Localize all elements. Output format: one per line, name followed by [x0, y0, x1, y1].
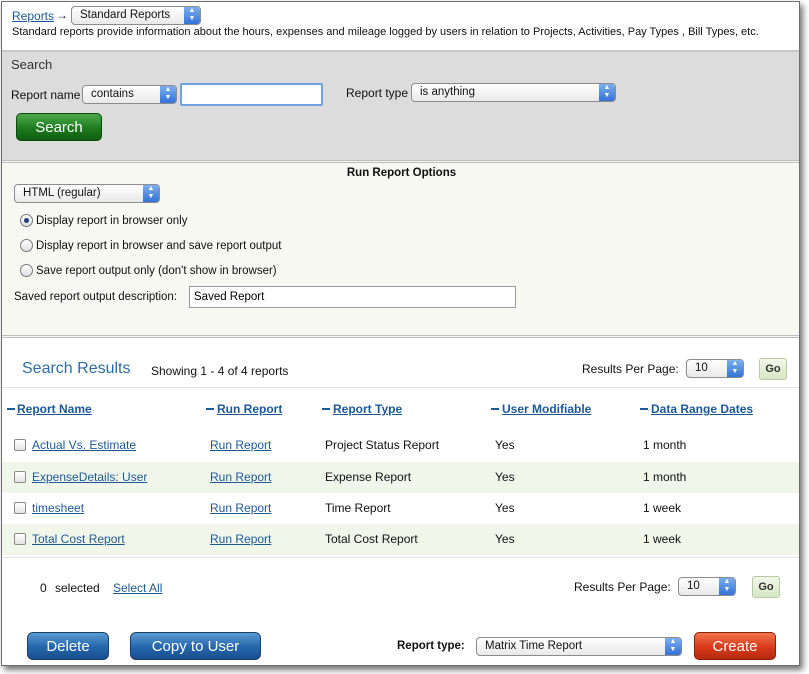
report-name-link[interactable]: ExpenseDetails: User — [32, 470, 147, 484]
report-name-operator-select[interactable]: contains ▲ ▼ — [82, 85, 177, 104]
report-type-select[interactable]: is anything ▲ ▼ — [411, 83, 616, 102]
window-frame: Reports → Standard Reports ▲ ▼ Standard r… — [1, 1, 800, 666]
report-name-label: Report name — [11, 88, 81, 102]
table-row: Actual Vs. Estimate Run Report Project S… — [2, 430, 799, 461]
radio-save-only[interactable] — [20, 264, 33, 277]
run-report-link[interactable]: Run Report — [210, 532, 271, 546]
report-name-link[interactable]: timesheet — [32, 501, 84, 515]
output-format-value: HTML (regular) — [23, 187, 101, 199]
column-header-report-name[interactable]: Report Name — [17, 402, 92, 416]
select-arrows-icon: ▲ ▼ — [160, 86, 176, 103]
column-header-data-range-dates[interactable]: Data Range Dates — [651, 402, 753, 416]
row-checkbox[interactable] — [14, 471, 26, 483]
selected-count: 0 — [40, 581, 47, 595]
footer-results-per-page-label: Results Per Page: — [574, 580, 671, 594]
user-modifiable-cell: Yes — [495, 501, 515, 515]
output-format-select[interactable]: HTML (regular) ▲ ▼ — [14, 184, 160, 203]
data-range-cell: 1 month — [643, 470, 687, 484]
breadcrumb-reports-link[interactable]: Reports — [12, 9, 54, 23]
user-modifiable-cell: Yes — [495, 438, 515, 452]
page-description: Standard reports provide information abo… — [12, 26, 759, 38]
select-arrows-icon: ▲ ▼ — [184, 7, 200, 24]
divider — [2, 557, 799, 558]
action-report-type-value: Matrix Time Report — [485, 640, 583, 652]
report-name-link[interactable]: Actual Vs. Estimate — [32, 438, 136, 452]
run-report-link[interactable]: Run Report — [210, 501, 271, 515]
action-report-type-label: Report type: — [397, 640, 465, 652]
run-options-title: Run Report Options — [346, 167, 457, 179]
collapse-dash-icon — [7, 408, 15, 410]
report-type-label: Report type — [346, 86, 409, 100]
row-checkbox[interactable] — [14, 439, 26, 451]
footer-go-button[interactable]: Go — [752, 576, 780, 598]
radio-label-display-browser-only: Display report in browser only — [36, 215, 188, 227]
report-category-value: Standard Reports — [80, 9, 171, 21]
results-per-page-select[interactable]: 10 ▲ ▼ — [686, 359, 744, 378]
report-type-cell: Project Status Report — [325, 438, 440, 452]
select-arrows-icon: ▲ ▼ — [599, 84, 615, 101]
report-type-cell: Expense Report — [325, 470, 412, 484]
run-options-panel: Run Report Options HTML (regular) ▲ ▼ Dis… — [2, 160, 799, 338]
footer-results-per-page-value: 10 — [687, 580, 700, 592]
report-type-cell: Total Cost Report — [325, 532, 418, 546]
select-all-link[interactable]: Select All — [113, 581, 162, 595]
selected-label: selected — [55, 581, 100, 595]
saved-output-description-input[interactable] — [189, 286, 516, 308]
select-arrows-icon: ▲ ▼ — [727, 360, 743, 377]
row-checkbox[interactable] — [14, 502, 26, 514]
results-per-page-label: Results Per Page: — [582, 362, 679, 376]
delete-button[interactable]: Delete — [27, 632, 109, 660]
user-modifiable-cell: Yes — [495, 470, 515, 484]
copy-to-user-button[interactable]: Copy to User — [130, 632, 261, 660]
radio-display-browser-only[interactable] — [20, 214, 33, 227]
divider — [2, 387, 799, 388]
radio-label-save-only: Save report output only (don't show in b… — [36, 265, 277, 277]
report-name-input[interactable] — [180, 83, 323, 106]
table-row: timesheet Run Report Time Report Yes 1 w… — [2, 493, 799, 524]
data-range-cell: 1 week — [643, 501, 682, 515]
collapse-dash-icon — [206, 408, 214, 410]
report-type-cell: Time Report — [325, 501, 391, 515]
create-button[interactable]: Create — [694, 632, 776, 660]
table-row: Total Cost Report Run Report Total Cost … — [2, 524, 799, 555]
select-arrows-icon: ▲ ▼ — [143, 185, 159, 202]
search-button[interactable]: Search — [16, 113, 102, 141]
run-report-link[interactable]: Run Report — [210, 438, 271, 452]
column-header-report-type[interactable]: Report Type — [333, 402, 402, 416]
results-showing-count: Showing 1 - 4 of 4 reports — [151, 364, 289, 378]
search-panel: Search Report name contains ▲ ▼ Report ty… — [2, 50, 799, 160]
report-type-value: is anything — [420, 86, 475, 98]
saved-output-description-label: Saved report output description: — [14, 291, 178, 303]
row-checkbox[interactable] — [14, 533, 26, 545]
report-name-operator-value: contains — [91, 88, 134, 100]
radio-label-display-and-save: Display report in browser and save repor… — [36, 240, 282, 252]
results-per-page-value: 10 — [695, 362, 708, 374]
breadcrumb-arrow: → — [56, 8, 68, 22]
search-results-title: Search Results — [22, 360, 131, 377]
report-category-select[interactable]: Standard Reports ▲ ▼ — [71, 6, 201, 25]
search-title: Search — [11, 57, 53, 72]
select-arrows-icon: ▲ ▼ — [665, 638, 681, 655]
data-range-cell: 1 week — [643, 532, 682, 546]
column-header-user-modifiable[interactable]: User Modifiable — [502, 402, 591, 416]
table-row: ExpenseDetails: User Run Report Expense … — [2, 462, 799, 493]
user-modifiable-cell: Yes — [495, 532, 515, 546]
results-go-button[interactable]: Go — [759, 358, 787, 380]
radio-display-and-save[interactable] — [20, 239, 33, 252]
collapse-dash-icon — [640, 408, 648, 410]
action-report-type-select[interactable]: Matrix Time Report ▲ ▼ — [476, 637, 682, 656]
run-report-link[interactable]: Run Report — [210, 470, 271, 484]
footer-results-per-page-select[interactable]: 10 ▲ ▼ — [678, 577, 736, 596]
collapse-dash-icon — [491, 408, 499, 410]
report-name-link[interactable]: Total Cost Report — [32, 532, 125, 546]
column-header-run-report[interactable]: Run Report — [217, 402, 282, 416]
select-arrows-icon: ▲ ▼ — [719, 578, 735, 595]
collapse-dash-icon — [322, 408, 330, 410]
data-range-cell: 1 month — [643, 438, 687, 452]
